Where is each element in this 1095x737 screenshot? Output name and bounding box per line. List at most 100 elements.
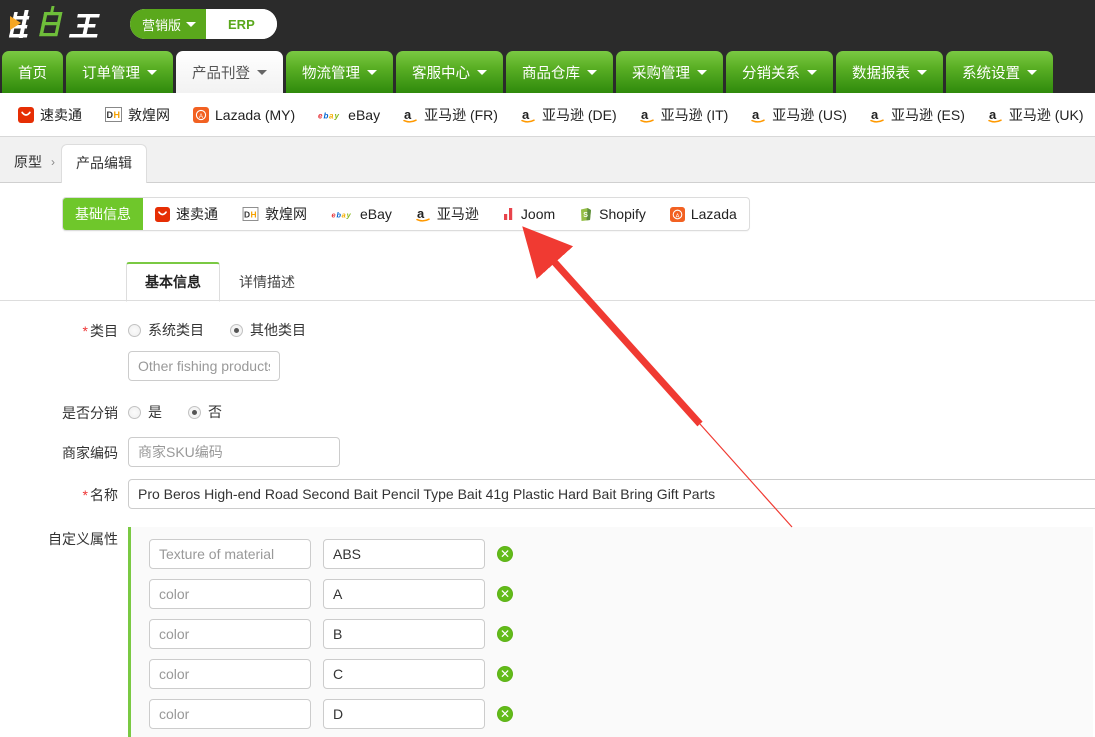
channel-tab-joom[interactable]: Joom [491, 198, 567, 230]
attribute-value-input[interactable] [323, 579, 485, 609]
attribute-key-input[interactable] [149, 699, 311, 729]
radio-indicator[interactable] [230, 323, 243, 337]
platform-shortcut-label: 亚马逊 (UK) [1008, 106, 1084, 123]
radio-indicator[interactable] [128, 323, 141, 337]
version-switch[interactable]: 营销版 ERP [130, 9, 277, 39]
chevron-down-icon [587, 69, 597, 75]
platform-shortcut-ebay[interactable]: ebay eBay [318, 107, 380, 123]
svg-text:H: H [114, 110, 121, 120]
breadcrumb-current-tab[interactable]: 产品编辑 [61, 144, 147, 183]
channel-tabs-wrapper: 基础信息 速卖通 DH 敦煌网 ebay eBay a 亚马逊 Joom S S… [0, 183, 1095, 231]
attribute-key-input[interactable] [149, 619, 311, 649]
radio-indicator[interactable] [188, 405, 201, 419]
delete-icon[interactable]: ✕ [497, 586, 513, 602]
channel-tab-dhgate[interactable]: DH 敦煌网 [230, 198, 319, 230]
channel-tab-amazon[interactable]: a 亚马逊 [404, 198, 491, 230]
version-dropdown[interactable]: 营销版 [130, 9, 207, 39]
category-input[interactable] [128, 351, 280, 381]
tab-detail-description[interactable]: 详情描述 [220, 263, 314, 302]
channel-tab-basic-info[interactable]: 基础信息 [63, 198, 143, 230]
erp-button[interactable]: ERP [206, 9, 277, 39]
radio-distribution-no[interactable]: 否 [188, 402, 222, 422]
nav-item-purchasing[interactable]: 采购管理 [616, 51, 723, 93]
nav-item-customer-service[interactable]: 客服中心 [396, 51, 503, 93]
chevron-right-icon: › [51, 155, 55, 169]
nav-item-product-listing[interactable]: 产品刊登 [176, 51, 283, 93]
delete-icon[interactable]: ✕ [497, 546, 513, 562]
main-nav: 首页 订单管理 产品刊登 物流管理 客服中心 商品仓库 采购管理 分销关系 数据… [0, 48, 1095, 93]
platform-shortcut-amazon-us[interactable]: a 亚马逊 (US) [751, 105, 847, 125]
channel-tab-label: 基础信息 [75, 206, 131, 222]
svg-text:a: a [342, 210, 346, 219]
amazon-icon: a [751, 107, 766, 123]
platform-shortcut-lazada-my[interactable]: A Lazada (MY) [193, 106, 296, 123]
delete-icon[interactable]: ✕ [497, 666, 513, 682]
channel-tab-label: 敦煌网 [265, 206, 307, 222]
channel-tab-lazada[interactable]: A Lazada [658, 198, 749, 230]
platform-shortcut-label: eBay [348, 106, 381, 123]
channel-tab-aliexpress[interactable]: 速卖通 [143, 198, 230, 230]
label-text: 是否分销 [62, 405, 118, 421]
chevron-down-icon [257, 69, 267, 75]
field-distribution-label: 是否分销 [0, 397, 118, 423]
nav-item-warehouse[interactable]: 商品仓库 [506, 51, 613, 93]
category-radio-group: 系统类目 其他类目 [128, 315, 332, 340]
delete-icon[interactable]: ✕ [497, 626, 513, 642]
platform-shortcut-strip: 速卖通 DH 敦煌网 A Lazada (MY) ebay eBay a 亚马逊… [0, 93, 1095, 137]
platform-shortcut-label: 亚马逊 (IT) [660, 106, 729, 123]
platform-shortcut-amazon-uk[interactable]: a 亚马逊 (UK) [988, 105, 1084, 125]
breadcrumb-root[interactable]: 原型 › [14, 152, 55, 182]
radio-label: 系统类目 [148, 322, 204, 338]
nav-item-system-settings[interactable]: 系统设置 [946, 51, 1053, 93]
svg-text:b: b [324, 111, 329, 120]
custom-attributes-panel: ✕ ✕ ✕ ✕ [128, 527, 1093, 737]
platform-shortcut-amazon-de[interactable]: a 亚马逊 (DE) [521, 105, 617, 125]
svg-text:D: D [107, 110, 114, 120]
nav-item-label: 数据报表 [852, 65, 910, 82]
tabs-underline [0, 300, 1095, 301]
attribute-value-input[interactable] [323, 539, 485, 569]
radio-other-category[interactable]: 其他类目 [230, 320, 306, 340]
merchant-sku-input[interactable] [128, 437, 340, 467]
app-logo[interactable] [8, 4, 120, 44]
tab-basic-info[interactable]: 基本信息 [126, 262, 220, 302]
platform-shortcut-aliexpress[interactable]: 速卖通 [18, 105, 82, 125]
attribute-value-input[interactable] [323, 699, 485, 729]
nav-item-distribution[interactable]: 分销关系 [726, 51, 833, 93]
chevron-down-icon [917, 69, 927, 75]
attribute-value-input[interactable] [323, 619, 485, 649]
attribute-key-input[interactable] [149, 579, 311, 609]
delete-icon[interactable]: ✕ [497, 706, 513, 722]
svg-text:a: a [404, 107, 412, 122]
attribute-key-input[interactable] [149, 539, 311, 569]
svg-text:a: a [989, 107, 997, 122]
platform-shortcut-amazon-es[interactable]: a 亚马逊 (ES) [870, 105, 965, 125]
nav-item-logistics[interactable]: 物流管理 [286, 51, 393, 93]
required-marker: * [82, 487, 88, 503]
nav-item-reports[interactable]: 数据报表 [836, 51, 943, 93]
field-merchant-code: 商家编码 [0, 437, 1095, 467]
lazada-icon: A [669, 206, 685, 222]
channel-tab-label: Joom [520, 206, 556, 222]
required-marker: * [82, 323, 88, 339]
channel-tab-label: 速卖通 [176, 206, 218, 222]
radio-distribution-yes[interactable]: 是 [128, 402, 162, 422]
svg-text:e: e [318, 111, 323, 120]
product-name-input[interactable] [128, 479, 1095, 509]
radio-indicator[interactable] [128, 405, 141, 419]
custom-attribute-row: ✕ [149, 619, 1093, 649]
platform-shortcut-label: Lazada (MY) [215, 106, 296, 123]
nav-item-orders[interactable]: 订单管理 [66, 51, 173, 93]
platform-shortcut-label: 亚马逊 (ES) [890, 106, 965, 123]
version-label: 营销版 [142, 17, 182, 33]
platform-shortcut-amazon-it[interactable]: a 亚马逊 (IT) [639, 105, 729, 125]
attribute-value-input[interactable] [323, 659, 485, 689]
radio-system-category[interactable]: 系统类目 [128, 320, 204, 340]
svg-text:S: S [583, 212, 588, 219]
nav-item-home[interactable]: 首页 [2, 51, 63, 93]
channel-tab-ebay[interactable]: ebay eBay [319, 198, 404, 230]
platform-shortcut-dhgate[interactable]: DH 敦煌网 [105, 105, 170, 125]
channel-tab-shopify[interactable]: S Shopify [567, 198, 658, 230]
platform-shortcut-amazon-fr[interactable]: a 亚马逊 (FR) [403, 105, 498, 125]
attribute-key-input[interactable] [149, 659, 311, 689]
